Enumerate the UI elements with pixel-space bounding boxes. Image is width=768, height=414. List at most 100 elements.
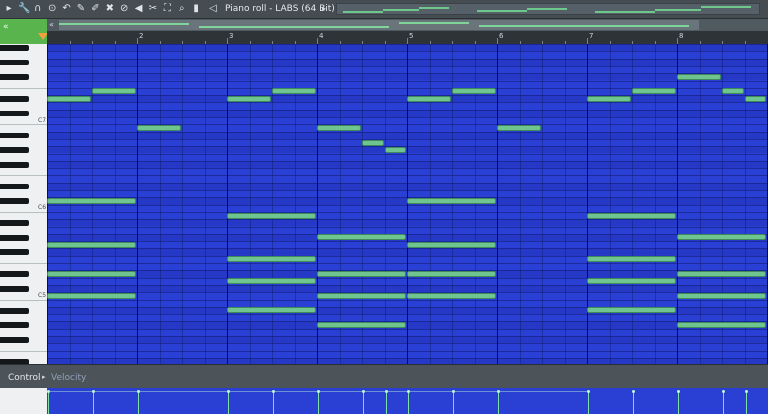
note[interactable] xyxy=(587,95,631,102)
note[interactable] xyxy=(632,88,676,95)
note[interactable] xyxy=(587,256,676,263)
note[interactable] xyxy=(407,241,496,248)
velocity-stem[interactable] xyxy=(138,392,139,414)
black-key[interactable] xyxy=(0,285,29,292)
note[interactable] xyxy=(587,307,676,314)
note[interactable] xyxy=(317,322,406,329)
note[interactable] xyxy=(677,270,766,277)
control-arrow-icon[interactable]: ▸ xyxy=(42,373,46,381)
note[interactable] xyxy=(47,270,136,277)
note[interactable] xyxy=(677,322,766,329)
control-target[interactable]: Velocity xyxy=(51,373,86,383)
black-key[interactable] xyxy=(0,59,29,66)
title-menu-arrow-icon[interactable]: ▸ xyxy=(322,2,326,16)
note[interactable] xyxy=(722,88,744,95)
note[interactable] xyxy=(407,292,496,299)
note[interactable] xyxy=(587,212,676,219)
black-key[interactable] xyxy=(0,337,29,343)
note[interactable] xyxy=(384,146,406,153)
black-key[interactable] xyxy=(0,307,29,314)
note[interactable] xyxy=(47,197,136,204)
velocity-stem[interactable] xyxy=(385,392,387,414)
collapse-chevron-icon[interactable]: « xyxy=(3,22,9,32)
timeline-ruler[interactable]: 2 3 4 5 6 7 8 xyxy=(47,31,768,44)
mute-icon[interactable]: ⊘ xyxy=(119,2,129,15)
black-key[interactable] xyxy=(0,161,29,168)
velocity-stem[interactable] xyxy=(453,392,454,414)
black-key[interactable] xyxy=(0,183,29,190)
black-key[interactable] xyxy=(0,234,29,241)
note[interactable] xyxy=(137,124,181,131)
menu-arrow-icon[interactable]: ▸ xyxy=(4,2,14,15)
black-key[interactable] xyxy=(0,45,29,51)
note[interactable] xyxy=(92,88,136,95)
note[interactable] xyxy=(227,307,316,314)
record-icon[interactable]: ⊙ xyxy=(47,2,57,15)
note[interactable] xyxy=(227,212,316,219)
slice-icon[interactable]: ✂ xyxy=(148,2,158,15)
velocity-handle[interactable] xyxy=(632,390,635,393)
note[interactable] xyxy=(272,88,316,95)
velocity-stem[interactable] xyxy=(588,392,589,414)
note-grid[interactable] xyxy=(47,44,768,364)
velocity-handle[interactable] xyxy=(587,390,590,393)
select-icon[interactable]: ⛶ xyxy=(162,2,172,15)
speaker-icon[interactable]: ◁ xyxy=(208,2,218,15)
magnet-icon[interactable]: ∩ xyxy=(33,2,43,15)
black-key[interactable] xyxy=(0,74,29,80)
black-key[interactable] xyxy=(0,147,29,153)
note[interactable] xyxy=(317,124,361,131)
black-key[interactable] xyxy=(0,220,29,226)
velocity-stem[interactable] xyxy=(228,392,229,414)
velocity-stem[interactable] xyxy=(723,392,724,414)
note[interactable] xyxy=(227,256,316,263)
note[interactable] xyxy=(47,292,136,299)
note[interactable] xyxy=(317,270,406,277)
control-label[interactable]: Control xyxy=(8,373,41,383)
piano-keyboard[interactable]: C7C6C5C4 xyxy=(0,44,48,364)
note[interactable] xyxy=(317,292,406,299)
undo-icon[interactable]: ↶ xyxy=(62,2,72,15)
velocity-stem[interactable] xyxy=(745,392,747,414)
scroll-left-arrow-icon[interactable]: « xyxy=(49,19,54,31)
note[interactable] xyxy=(317,234,406,241)
note[interactable] xyxy=(407,95,451,102)
velocity-handle[interactable] xyxy=(744,390,748,393)
velocity-lane[interactable] xyxy=(47,388,768,414)
velocity-stem[interactable] xyxy=(48,392,49,414)
slip-icon[interactable]: ◀ xyxy=(134,2,144,15)
black-key[interactable] xyxy=(0,249,29,256)
note[interactable] xyxy=(497,124,541,131)
note[interactable] xyxy=(677,292,766,299)
note[interactable] xyxy=(677,234,766,241)
pattern-overview[interactable] xyxy=(336,3,760,15)
note[interactable] xyxy=(47,241,136,248)
velocity-stem[interactable] xyxy=(363,392,364,414)
black-key[interactable] xyxy=(0,322,29,329)
velocity-stem[interactable] xyxy=(498,392,499,414)
velocity-handle[interactable] xyxy=(677,390,680,393)
wrench-icon[interactable]: 🔧 xyxy=(18,2,30,15)
velocity-stem[interactable] xyxy=(408,392,409,414)
brush-icon[interactable]: ✐ xyxy=(90,2,100,15)
note[interactable] xyxy=(587,278,676,285)
black-key[interactable] xyxy=(0,110,29,117)
note[interactable] xyxy=(407,270,496,277)
scrollbar-thumb[interactable] xyxy=(59,20,699,30)
piano-roll-corner[interactable]: « xyxy=(0,19,48,44)
note[interactable] xyxy=(227,95,271,102)
zoom-icon[interactable]: ⌕ xyxy=(177,2,187,15)
pencil-icon[interactable]: ✎ xyxy=(76,2,86,15)
note[interactable] xyxy=(47,95,91,102)
velocity-stem[interactable] xyxy=(633,392,634,414)
note[interactable] xyxy=(452,88,496,95)
velocity-stem[interactable] xyxy=(678,392,679,414)
black-key[interactable] xyxy=(0,132,29,139)
velocity-stem[interactable] xyxy=(318,392,319,414)
horizontal-scrollbar[interactable]: « xyxy=(47,19,768,31)
velocity-stem[interactable] xyxy=(93,392,94,414)
delete-icon[interactable]: ✖ xyxy=(105,2,115,15)
note[interactable] xyxy=(227,278,316,285)
note[interactable] xyxy=(677,73,721,80)
black-key[interactable] xyxy=(0,271,29,278)
